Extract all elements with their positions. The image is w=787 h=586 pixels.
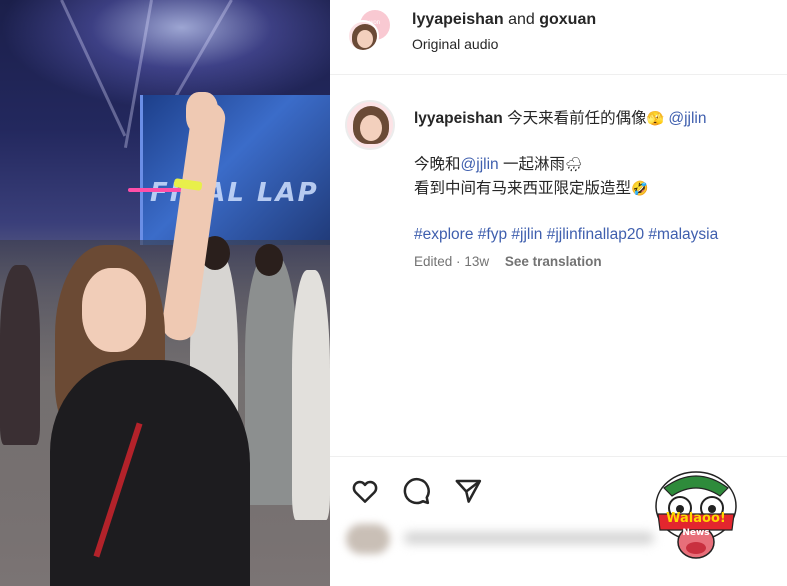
- caption-text: 一起淋雨: [502, 156, 565, 173]
- crowd-person: [292, 270, 330, 520]
- caption-username[interactable]: lyyapeishan: [414, 110, 503, 127]
- hashtag-link[interactable]: #malaysia: [648, 226, 718, 243]
- post-photo[interactable]: FINAL LAP: [0, 0, 330, 586]
- rain-cloud-icon: 🌧: [564, 157, 583, 173]
- hashtag-link[interactable]: #jjlin: [511, 226, 542, 243]
- username-link[interactable]: lyyapeishan: [412, 11, 504, 28]
- crowd-person: [245, 255, 297, 505]
- username-link[interactable]: goxuan: [539, 11, 596, 28]
- caption-text: 今晚和: [414, 156, 461, 173]
- heart-icon[interactable]: [350, 476, 380, 506]
- pink-light: [128, 188, 188, 192]
- girl-face: [82, 268, 146, 352]
- logo-text: Walaoo!: [666, 511, 726, 526]
- caption-text: 今天来看前任的偶像: [507, 110, 647, 127]
- blurred-avatar: [346, 524, 390, 554]
- avatar-face: [357, 30, 373, 48]
- see-translation-button[interactable]: See translation: [505, 254, 602, 269]
- caption-text: 看到中间有马来西亚限定版造型: [414, 180, 632, 197]
- caption-line: 看到中间有马来西亚限定版造型🤣: [414, 177, 779, 201]
- meta-separator: ·: [456, 254, 461, 269]
- share-icon[interactable]: [453, 476, 483, 506]
- peeking-face-icon: 🫣: [646, 111, 665, 127]
- post-meta: Edited · 13w See translation: [414, 254, 602, 269]
- logo-subtext: News: [682, 528, 710, 538]
- post-age[interactable]: 13w: [464, 254, 489, 269]
- audio-link[interactable]: Original audio: [412, 36, 498, 52]
- mention-link[interactable]: @jjlin: [668, 110, 706, 127]
- hashtag-link[interactable]: #fyp: [478, 226, 507, 243]
- avatar-face: [360, 115, 382, 141]
- walaoo-news-logo: Walaoo! News: [650, 468, 742, 564]
- raised-hand: [186, 92, 218, 134]
- rofl-face-icon: 🤣: [631, 181, 649, 197]
- crowd-person: [0, 265, 40, 445]
- crowd-head: [255, 244, 283, 276]
- caption-line: 今晚和@jjlin 一起淋雨🌧: [414, 153, 779, 177]
- author-avatar[interactable]: [347, 20, 379, 52]
- divider: [330, 74, 787, 75]
- caption-avatar[interactable]: [345, 100, 395, 150]
- mention-link[interactable]: @jjlin: [461, 156, 499, 173]
- comment-icon[interactable]: [401, 476, 431, 506]
- caption-line: lyyapeishan 今天来看前任的偶像🫣 @jjlin: [414, 107, 779, 131]
- caption: lyyapeishan 今天来看前任的偶像🫣 @jjlin 今晚和@jjlin …: [414, 107, 779, 247]
- edited-label: Edited: [414, 254, 453, 269]
- hashtag-line: #explore #fyp #jjlin #jjlinfinallap20 #m…: [414, 223, 779, 247]
- header-usernames: lyyapeishan and goxuan: [412, 11, 596, 29]
- girl-dress: [50, 360, 250, 586]
- hashtag-link[interactable]: #explore: [414, 226, 473, 243]
- stage-screen: [140, 95, 330, 245]
- blurred-text: [404, 532, 654, 544]
- divider: [330, 456, 787, 457]
- stage-lights: [0, 0, 330, 110]
- hashtag-link[interactable]: #jjlinfinallap20: [547, 226, 644, 243]
- and-text: and: [508, 11, 535, 28]
